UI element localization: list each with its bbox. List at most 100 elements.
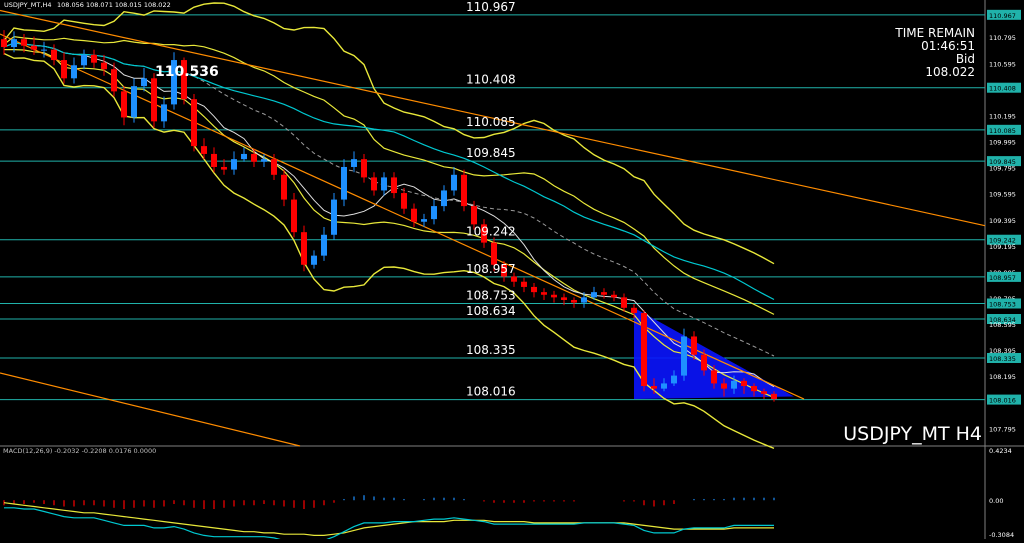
level-label: 110.085 xyxy=(466,115,516,129)
candle-body xyxy=(151,78,157,122)
candle-body xyxy=(761,391,767,394)
candle-body xyxy=(291,199,297,233)
candle-body xyxy=(411,208,417,222)
price-tick-label: 108.595 xyxy=(989,321,1016,329)
candle-body xyxy=(461,174,467,207)
candle-body xyxy=(641,313,647,387)
candle-body xyxy=(81,54,87,66)
candle-body xyxy=(721,383,727,389)
candle-body xyxy=(1,39,7,48)
candle-body xyxy=(221,166,227,170)
level-label: 110.408 xyxy=(466,73,516,87)
candle-body xyxy=(11,39,17,48)
level-label: 108.016 xyxy=(466,385,516,399)
level-label: 108.634 xyxy=(466,304,516,318)
price-tick-label: 108.195 xyxy=(989,373,1016,381)
candle-body xyxy=(381,177,387,191)
candle-body xyxy=(431,206,437,220)
price-tick-label: 109.995 xyxy=(989,139,1016,147)
candle-body xyxy=(621,297,627,308)
trading-chart[interactable]: 110.967 110.408 110.085 109.845 109.242 108.9… xyxy=(0,0,1024,543)
candle-body xyxy=(201,146,207,154)
price-annotation: 110.536 xyxy=(155,64,219,80)
candle-body xyxy=(661,383,667,389)
price-tick-label: 108.753 xyxy=(989,300,1016,308)
candle-body xyxy=(341,166,347,200)
level-label: 108.753 xyxy=(466,288,516,302)
candle-body xyxy=(541,292,547,295)
candle-body xyxy=(421,219,427,222)
candle-body xyxy=(521,281,527,287)
price-tick-label: 108.957 xyxy=(989,274,1016,282)
candle-body xyxy=(261,159,267,162)
price-tick-label: 110.795 xyxy=(989,34,1016,42)
candle-body xyxy=(361,159,367,178)
price-tick-label: 110.408 xyxy=(989,85,1016,93)
candle-body xyxy=(741,380,747,387)
candle-body xyxy=(111,69,117,92)
time-remain-label: TIME REMAIN xyxy=(894,26,975,40)
candle-body xyxy=(51,49,57,61)
candle-body xyxy=(91,54,97,63)
candle-body xyxy=(611,294,617,298)
macd-tick-label: -0.3084 xyxy=(989,531,1014,539)
candle-body xyxy=(631,307,637,314)
price-tick-label: 110.085 xyxy=(989,127,1016,135)
candle-body xyxy=(651,386,657,389)
price-tick-label: 108.335 xyxy=(989,355,1016,363)
level-label: 109.845 xyxy=(466,146,516,160)
symbol-watermark: USDJPY_MT H4 xyxy=(843,423,982,445)
candle-body xyxy=(371,177,377,191)
candle-body xyxy=(601,292,607,295)
candle-body xyxy=(281,174,287,200)
candle-body xyxy=(141,78,147,87)
ohlc-readout: 108.056 108.071 108.015 108.022 xyxy=(57,1,171,9)
candle-body xyxy=(21,39,27,46)
candle-body xyxy=(551,294,557,298)
candle-body xyxy=(161,104,167,122)
candle-body xyxy=(251,153,257,162)
candle-body xyxy=(401,193,407,209)
candle-body xyxy=(231,159,237,170)
candle-body xyxy=(301,232,307,265)
candle-body xyxy=(131,86,137,118)
candle-body xyxy=(331,199,337,235)
candle-body xyxy=(731,380,737,389)
candle-body xyxy=(351,159,357,167)
chart-svg[interactable]: 110.967 110.408 110.085 109.845 109.242 108.9… xyxy=(0,0,1024,543)
candle-body xyxy=(101,62,107,70)
price-tick-label: 110.967 xyxy=(989,12,1016,20)
candle-body xyxy=(531,286,537,293)
candle-body xyxy=(581,297,587,303)
price-tick-label: 108.016 xyxy=(989,397,1016,405)
candle-body xyxy=(191,99,197,147)
candle-body xyxy=(121,91,127,118)
candle-body xyxy=(241,153,247,160)
price-tick-label: 109.195 xyxy=(989,243,1016,251)
macd-tick-label: 0.00 xyxy=(989,497,1003,505)
level-label: 108.957 xyxy=(466,262,516,276)
candle-body xyxy=(31,45,37,50)
candle-body xyxy=(771,393,777,400)
level-label: 108.335 xyxy=(466,343,516,357)
candle-body xyxy=(391,177,397,194)
price-tick-label: 110.595 xyxy=(989,60,1016,68)
candle-body xyxy=(321,234,327,256)
candle-body xyxy=(681,336,687,376)
candle-body xyxy=(671,375,677,384)
candle-body xyxy=(571,299,577,303)
price-tick-label: 107.795 xyxy=(989,425,1016,433)
candle-body xyxy=(451,174,457,191)
candle-body xyxy=(211,153,217,167)
time-remain-value: 01:46:51 xyxy=(921,39,975,53)
candle-body xyxy=(41,49,47,51)
price-tick-label: 109.795 xyxy=(989,165,1016,173)
candle-body xyxy=(751,386,757,392)
candle-body xyxy=(701,354,707,371)
price-tick-label: 109.395 xyxy=(989,217,1016,225)
price-tick-label: 110.195 xyxy=(989,112,1016,120)
candle-body xyxy=(311,255,317,265)
level-label: 109.242 xyxy=(466,225,516,239)
symbol-label: USDJPY_MT,H4 xyxy=(4,1,51,9)
price-tick-label: 109.595 xyxy=(989,191,1016,199)
